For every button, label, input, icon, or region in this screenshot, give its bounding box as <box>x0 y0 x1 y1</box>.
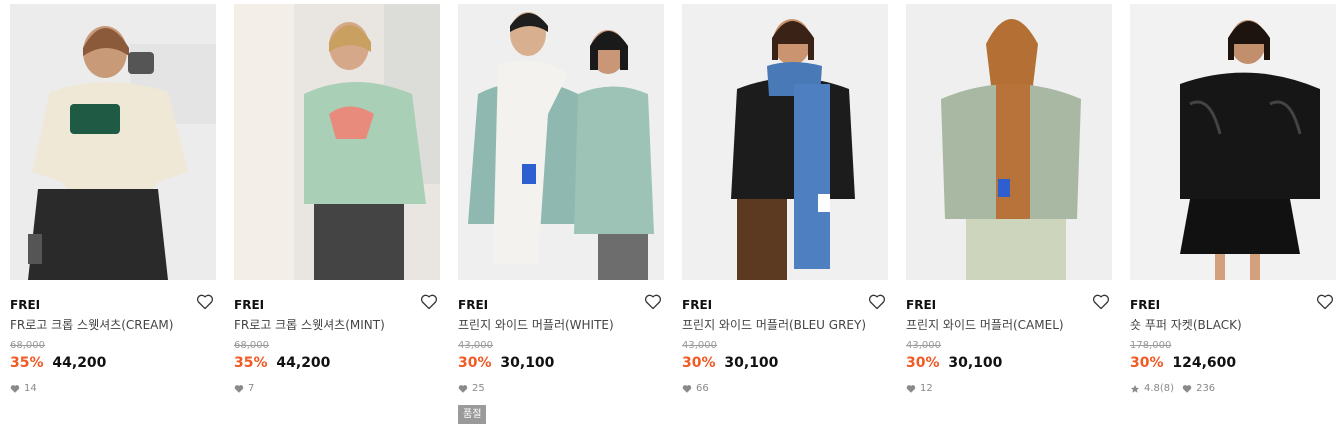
sale-price: 30,100 <box>948 355 1003 371</box>
discount-rate: 35% <box>234 355 268 371</box>
discount-rate: 35% <box>10 355 44 371</box>
discount-rate: 30% <box>682 355 716 371</box>
product-brand[interactable]: FREI <box>682 298 712 312</box>
product-card[interactable]: FREI FR로고 크롭 스웻셔츠(CREAM) 68,000 35% 44,2… <box>10 4 216 396</box>
product-name[interactable]: 프린지 와이드 머플러(CAMEL) <box>906 317 1112 333</box>
original-price: 43,000 <box>458 340 493 351</box>
discount-rate: 30% <box>1130 355 1164 371</box>
product-name[interactable]: 숏 푸퍼 자켓(BLACK) <box>1130 317 1336 333</box>
like-count: 66 <box>696 383 709 394</box>
sale-price: 30,100 <box>500 355 555 371</box>
product-card[interactable]: FREI 프린지 와이드 머플러(BLEU GREY) 43,000 30% 3… <box>682 4 888 396</box>
heart-filled-icon <box>906 385 916 393</box>
product-name[interactable]: FR로고 크롭 스웻셔츠(MINT) <box>234 317 440 333</box>
product-image[interactable] <box>906 4 1112 280</box>
heart-filled-icon <box>10 385 20 393</box>
heart-icon[interactable] <box>1092 294 1112 312</box>
product-brand[interactable]: FREI <box>10 298 40 312</box>
heart-icon[interactable] <box>644 294 664 312</box>
heart-filled-icon <box>234 385 244 393</box>
discount-rate: 30% <box>906 355 940 371</box>
sale-price: 44,200 <box>276 355 331 371</box>
product-brand[interactable]: FREI <box>1130 298 1160 312</box>
original-price: 43,000 <box>682 340 717 351</box>
product-brand[interactable]: FREI <box>906 298 936 312</box>
original-price: 43,000 <box>906 340 941 351</box>
product-name[interactable]: FR로고 크롭 스웻셔츠(CREAM) <box>10 317 216 333</box>
sale-price: 124,600 <box>1172 355 1237 371</box>
original-price: 178,000 <box>1130 340 1172 351</box>
product-card[interactable]: FREI 프린지 와이드 머플러(CAMEL) 43,000 30% 30,10… <box>906 4 1112 396</box>
original-price: 68,000 <box>10 340 45 351</box>
heart-icon[interactable] <box>868 294 888 312</box>
heart-filled-icon <box>682 385 692 393</box>
product-image[interactable] <box>10 4 216 280</box>
heart-icon[interactable] <box>196 294 216 312</box>
sold-out-badge: 품절 <box>458 405 487 424</box>
product-brand[interactable]: FREI <box>234 298 264 312</box>
heart-filled-icon <box>458 385 468 393</box>
heart-icon[interactable] <box>420 294 440 312</box>
discount-rate: 30% <box>458 355 492 371</box>
product-image[interactable] <box>682 4 888 280</box>
product-image[interactable] <box>458 4 664 280</box>
star-icon <box>1130 384 1140 393</box>
like-count: 14 <box>24 383 37 394</box>
product-name[interactable]: 프린지 와이드 머플러(WHITE) <box>458 317 664 333</box>
like-count: 7 <box>248 383 255 394</box>
heart-icon[interactable] <box>1316 294 1336 312</box>
like-count: 25 <box>472 383 485 394</box>
product-brand[interactable]: FREI <box>458 298 488 312</box>
heart-filled-icon <box>1182 385 1192 393</box>
like-count: 12 <box>920 383 933 394</box>
original-price: 68,000 <box>234 340 269 351</box>
like-count: 236 <box>1196 383 1216 394</box>
product-image[interactable] <box>1130 4 1336 280</box>
sale-price: 44,200 <box>52 355 107 371</box>
rating: 4.8 <box>1144 383 1160 394</box>
product-grid: FREI FR로고 크롭 스웻셔츠(CREAM) 68,000 35% 44,2… <box>0 0 1344 441</box>
product-card[interactable]: FREI 프린지 와이드 머플러(WHITE) 43,000 30% 30,10… <box>458 4 664 424</box>
product-card[interactable]: FREI 숏 푸퍼 자켓(BLACK) 178,000 30% 124,600 … <box>1130 4 1336 396</box>
product-image[interactable] <box>234 4 440 280</box>
product-card[interactable]: FREI FR로고 크롭 스웻셔츠(MINT) 68,000 35% 44,20… <box>234 4 440 396</box>
sale-price: 30,100 <box>724 355 779 371</box>
review-count: (8) <box>1159 383 1175 394</box>
product-name[interactable]: 프린지 와이드 머플러(BLEU GREY) <box>682 317 888 333</box>
